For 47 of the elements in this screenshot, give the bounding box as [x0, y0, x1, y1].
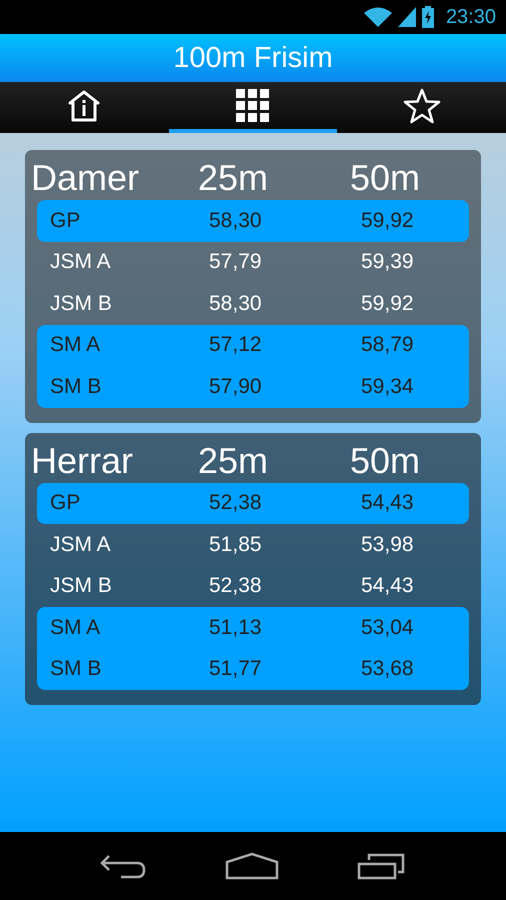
table-cell-text: 57,79 — [209, 250, 263, 274]
back-icon[interactable] — [99, 852, 147, 880]
column-header: 25m — [198, 157, 270, 199]
table-cell-text: 53,04 — [361, 616, 415, 640]
table-cell-text: 53,98 — [361, 532, 415, 557]
table-title: Herrar — [31, 440, 134, 482]
table-cell-text: 57,90 — [209, 374, 263, 399]
row-label: GP — [50, 208, 82, 233]
row-label: SM B — [50, 657, 102, 682]
row-label: SM A — [50, 616, 102, 640]
signal-icon — [398, 7, 416, 27]
row-label: JSM B — [50, 574, 113, 598]
row-label: SM A — [50, 333, 102, 358]
table-cell-text: 59,92 — [361, 208, 415, 233]
row-label: JSM A — [50, 250, 112, 274]
table-cell-text: 52,38 — [209, 574, 263, 598]
table-cell-text: 58,30 — [209, 292, 263, 316]
table-cell-text: 53,68 — [361, 657, 415, 682]
row-label: SM B — [50, 374, 102, 399]
table-cell-text: 51,77 — [209, 657, 263, 682]
table-cell-text: 54,43 — [361, 574, 415, 598]
table-title: Damer — [31, 157, 140, 199]
table-cell-text: 57,12 — [209, 333, 263, 358]
row-label: JSM B — [50, 292, 113, 316]
home-icon[interactable] — [225, 852, 279, 880]
grid-icon — [236, 88, 270, 122]
table-cell-text: 54,43 — [361, 491, 415, 516]
star-icon — [403, 88, 442, 124]
clock: 23:30 — [446, 6, 496, 28]
table-cell-text: 51,13 — [209, 616, 263, 640]
table-cell-text: 58,79 — [361, 333, 415, 358]
row-label: GP — [50, 491, 82, 516]
table-cell-text: 59,34 — [361, 374, 415, 399]
info-icon — [66, 88, 102, 122]
column-header: 50m — [350, 440, 422, 482]
row-label: JSM A — [50, 532, 112, 557]
wifi-icon — [364, 7, 392, 27]
recent-apps-icon[interactable] — [357, 852, 407, 880]
battery-icon — [422, 6, 434, 28]
column-header: 50m — [350, 157, 422, 199]
table-cell-text: 59,39 — [361, 250, 415, 274]
table-cell-text: 51,85 — [209, 532, 263, 557]
table-cell-text: 59,92 — [361, 292, 415, 316]
table-cell-text: 58,30 — [209, 208, 263, 233]
app-title: 100m Frisim — [173, 42, 333, 74]
table-cell-text: 52,38 — [209, 491, 263, 516]
column-header: 25m — [198, 440, 270, 482]
